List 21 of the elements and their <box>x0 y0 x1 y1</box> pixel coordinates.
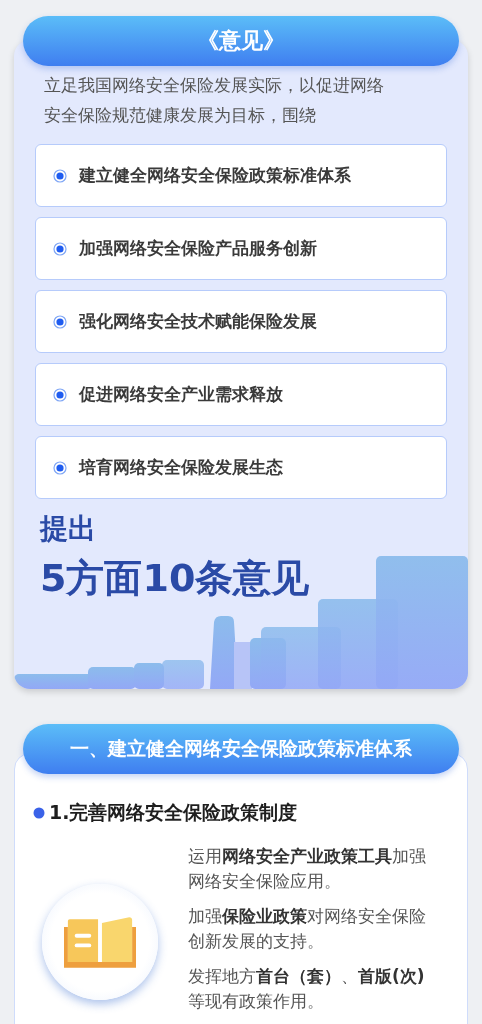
point-text: 加强网络安全保险产品服务创新 <box>79 237 317 260</box>
lead-text: 提出 <box>40 511 97 547</box>
bullet-icon <box>53 387 67 402</box>
point-text: 培育网络安全保险发展生态 <box>79 456 283 479</box>
point-text: 促进网络安全产业需求释放 <box>79 383 283 406</box>
section-banner: 一、建立健全网络安全保险政策标准体系 <box>23 724 459 774</box>
intro-text: 立足我国网络安全保险发展实际，以促进网络安全保险规范健康发展为目标，围绕 <box>44 74 385 127</box>
point-text: 强化网络安全技术赋能保险发展 <box>79 310 317 333</box>
policy-text: 运用网络安全产业政策工具加强网络安全保险应用。 <box>188 845 427 893</box>
bullet-icon <box>53 314 67 329</box>
bullet-icon <box>33 807 45 819</box>
policy-text: 加强保险业政策对网络安全保险创新发展的支持。 <box>188 905 427 953</box>
point-text: 建立健全网络安全保险政策标准体系 <box>79 164 351 187</box>
bullet-icon <box>53 241 67 256</box>
subheading: 1.完善网络安全保险政策制度 <box>49 800 298 825</box>
book-icon <box>64 916 136 968</box>
headline-text: 5方面10条意见 <box>40 555 310 602</box>
bullet-icon <box>53 168 67 183</box>
title-banner: 《意见》 <box>23 16 459 66</box>
policy-text: 发挥地方首台（套）、首版(次)等现有政策作用。 <box>188 965 426 1013</box>
bullet-icon <box>53 460 67 475</box>
